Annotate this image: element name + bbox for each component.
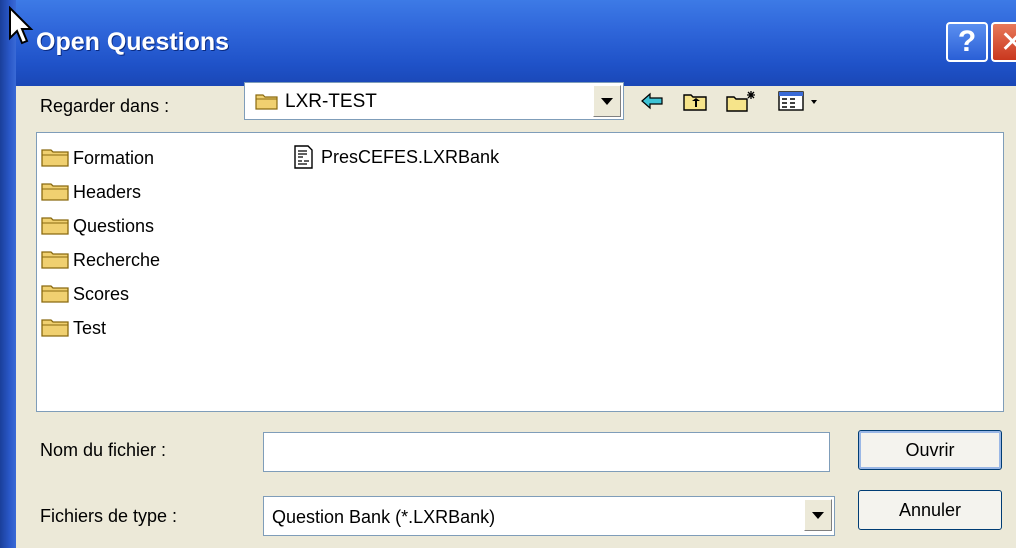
up-folder-icon: [683, 94, 707, 111]
lookin-value: LXR-TEST: [285, 91, 377, 112]
title-bar[interactable]: Open Questions ? ✕: [16, 0, 1016, 86]
lookin-dropdown[interactable]: LXR-TEST: [244, 82, 624, 120]
folder-icon: [41, 282, 73, 306]
view-menu-icon: [778, 91, 817, 111]
folder-item[interactable]: Headers: [41, 180, 141, 204]
folder-item-label: Scores: [73, 283, 130, 304]
folder-item-label: Questions: [73, 215, 155, 236]
new-folder-icon: [726, 91, 755, 112]
folder-icon: [41, 214, 73, 238]
view-menu-button[interactable]: [774, 88, 824, 114]
folder-item-label: Headers: [73, 181, 142, 202]
file-item[interactable]: PresCEFES.LXRBank: [291, 145, 499, 169]
mouse-pointer-icon: [9, 6, 34, 45]
folder-icon: [41, 316, 73, 340]
help-button[interactable]: ?: [946, 22, 988, 62]
lookin-dropdown-button[interactable]: [593, 85, 621, 117]
lookin-label: Regarder dans :: [40, 96, 170, 116]
chevron-down-icon: [812, 511, 824, 519]
filetype-value: Question Bank (*.LXRBank): [272, 507, 496, 527]
filetype-label: Fichiers de type :: [40, 506, 178, 526]
folder-icon: [255, 94, 278, 110]
open-button[interactable]: Ouvrir: [858, 430, 1002, 470]
file-list[interactable]: Formation Headers Questions Recherche Scores…: [36, 132, 1004, 412]
filetype-dropdown[interactable]: Question Bank (*.LXRBank): [263, 496, 835, 536]
up-folder-button[interactable]: [680, 88, 710, 114]
chevron-down-icon: [601, 97, 613, 105]
folder-item-label: Recherche: [73, 249, 161, 270]
filetype-dropdown-button[interactable]: [804, 499, 832, 531]
window-left-border: [0, 0, 16, 548]
folder-item[interactable]: Recherche: [41, 248, 160, 272]
filename-label: Nom du fichier :: [40, 440, 167, 460]
window-title: Open Questions: [36, 28, 230, 56]
close-icon: ✕: [999, 25, 1016, 59]
folder-icon: [41, 146, 73, 170]
folder-item[interactable]: Questions: [41, 214, 154, 238]
folder-item[interactable]: Formation: [41, 146, 154, 170]
back-icon: [641, 92, 663, 110]
folder-icon: [41, 248, 73, 272]
filename-input[interactable]: [263, 432, 830, 472]
folder-item-label: Formation: [73, 147, 155, 168]
folder-icon: [41, 180, 73, 204]
cancel-button[interactable]: Annuler: [858, 490, 1002, 530]
folder-item-label: Test: [73, 317, 107, 338]
document-icon: [291, 145, 321, 169]
folder-item[interactable]: Test: [41, 316, 106, 340]
help-icon: ?: [957, 25, 977, 58]
new-folder-button[interactable]: [724, 88, 758, 114]
file-item-label: PresCEFES.LXRBank: [321, 146, 500, 167]
close-button[interactable]: ✕: [991, 22, 1016, 62]
back-button[interactable]: [638, 88, 666, 114]
folder-item[interactable]: Scores: [41, 282, 129, 306]
